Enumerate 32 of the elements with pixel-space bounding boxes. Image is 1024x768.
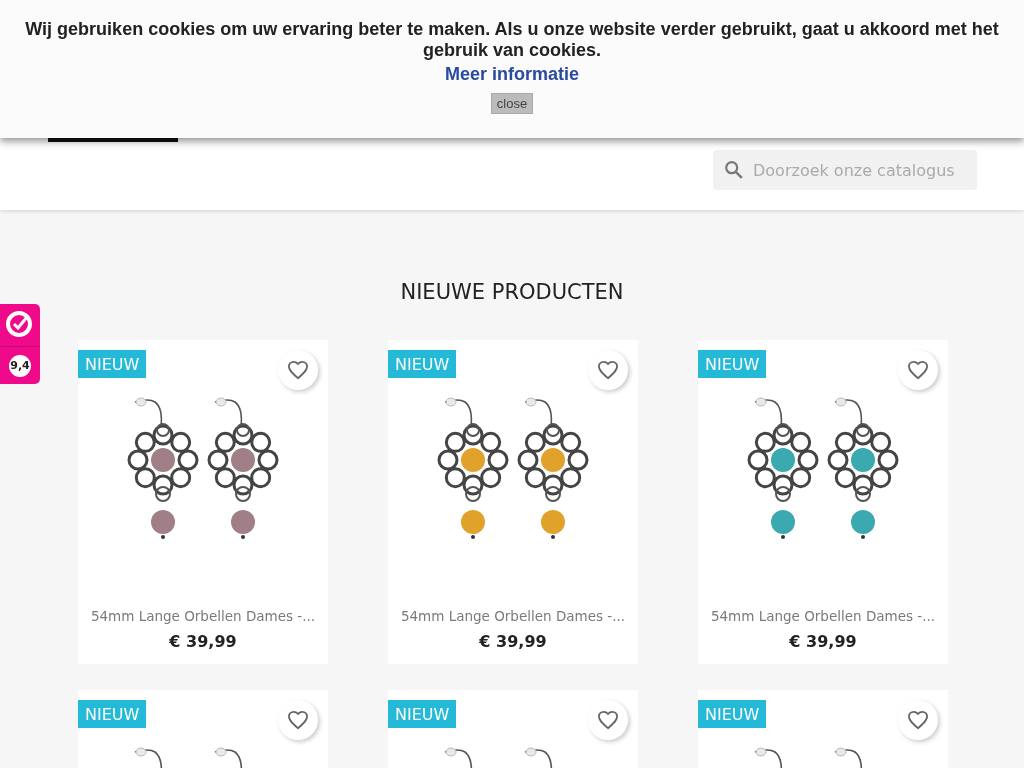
wishlist-button[interactable]	[278, 350, 318, 390]
product-name[interactable]: 54mm Lange Orbellen Dames -...	[710, 608, 936, 624]
close-button[interactable]: close	[490, 93, 534, 114]
product-name[interactable]: 54mm Lange Orbellen Dames -...	[400, 608, 626, 624]
cookie-message: Wij gebruiken cookies om uw ervaring beter te maken. Als u onze website verder gebruikt, gaat u akkoord met het gebruik van cookies.	[24, 19, 1000, 61]
heart-icon	[597, 710, 619, 730]
new-badge: NIEUW	[698, 700, 767, 728]
wishlist-button[interactable]	[588, 350, 628, 390]
new-badge: NIEUW	[388, 700, 457, 728]
product-price: € 39,99	[169, 632, 237, 651]
more-info-link[interactable]: Meer informatie	[444, 64, 579, 85]
wishlist-button[interactable]	[898, 350, 938, 390]
product-price: € 39,99	[789, 632, 857, 651]
section-title: NIEUWE PRODUCTEN	[399, 280, 625, 304]
heart-icon	[287, 360, 309, 380]
new-badge: NIEUW	[698, 350, 767, 378]
rating-score[interactable]: 9,4	[9, 354, 31, 377]
new-badge: NIEUW	[78, 350, 147, 378]
heart-icon	[907, 360, 929, 380]
check-badge-icon	[5, 310, 35, 340]
product-price: € 39,99	[479, 632, 547, 651]
new-badge: NIEUW	[388, 350, 457, 378]
heart-icon	[597, 360, 619, 380]
new-badge: NIEUW	[78, 700, 147, 728]
search-icon	[723, 159, 745, 181]
search-field[interactable]: Doorzoek onze catalogus	[713, 150, 977, 190]
product-name[interactable]: 54mm Lange Orbellen Dames -...	[90, 608, 316, 624]
wishlist-button[interactable]	[588, 700, 628, 740]
wishlist-button[interactable]	[278, 700, 318, 740]
heart-icon	[907, 710, 929, 730]
wishlist-button[interactable]	[898, 700, 938, 740]
heart-icon	[287, 710, 309, 730]
